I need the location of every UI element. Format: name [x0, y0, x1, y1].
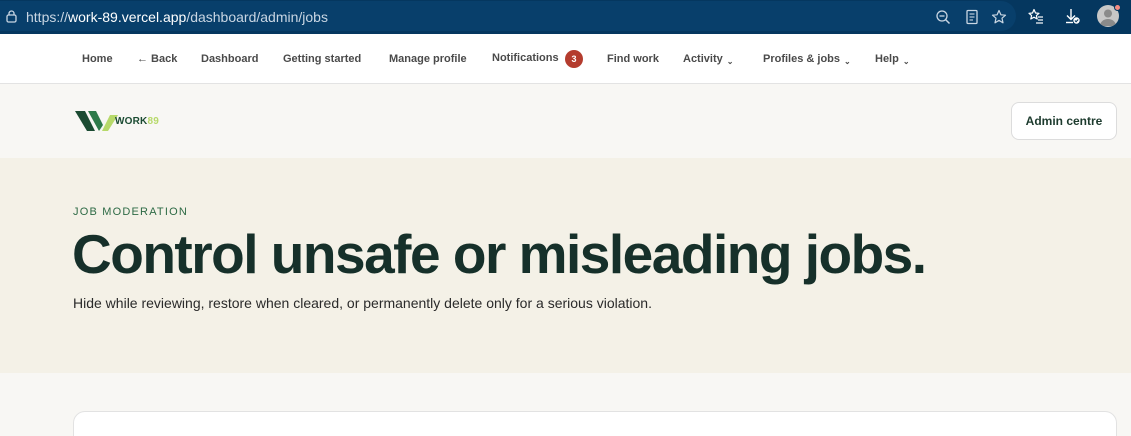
nav-back[interactable]: ← Back [137, 53, 177, 65]
hero-section: JOB MODERATION Control unsafe or mislead… [0, 158, 1131, 373]
reader-icon[interactable] [964, 9, 980, 25]
download-icon[interactable] [1064, 8, 1080, 24]
work89-logo[interactable]: WORK89 [75, 109, 175, 133]
notification-dot [1114, 4, 1121, 11]
chevron-down-icon: ⌄ [844, 57, 851, 66]
browser-toolbar: https://work-89.vercel.app/dashboard/adm… [0, 0, 1131, 34]
chevron-down-icon: ⌄ [726, 57, 734, 66]
lock-icon[interactable] [6, 10, 17, 23]
url-text[interactable]: https://work-89.vercel.app/dashboard/adm… [26, 9, 328, 25]
nav-find-work[interactable]: Find work [607, 53, 659, 65]
nav-profiles-jobs[interactable]: Profiles & jobs ⌄ [763, 53, 851, 66]
nav-profiles-jobs-label: Profiles & jobs [763, 53, 841, 65]
favorites-icon[interactable] [1028, 8, 1044, 24]
nav-dashboard[interactable]: Dashboard [201, 53, 258, 65]
chevron-down-icon: ⌄ [902, 57, 910, 66]
top-nav: Home ← Back Dashboard Getting started Ma… [0, 34, 1131, 84]
address-bar[interactable]: https://work-89.vercel.app/dashboard/adm… [0, 1, 1016, 31]
section-eyebrow: JOB MODERATION [73, 206, 188, 218]
nav-help-label: Help [875, 53, 899, 65]
nav-activity[interactable]: Activity ⌄ [683, 53, 734, 66]
content-card [73, 411, 1117, 436]
site-header: WORK89 Admin centre [0, 85, 1131, 158]
notifications-count-badge: 3 [565, 50, 583, 68]
star-icon[interactable] [991, 9, 1007, 25]
admin-centre-button[interactable]: Admin centre [1011, 102, 1117, 140]
nav-home[interactable]: Home [82, 53, 113, 65]
page-subtitle: Hide while reviewing, restore when clear… [73, 295, 652, 311]
nav-getting-started[interactable]: Getting started [283, 53, 361, 65]
nav-manage-profile[interactable]: Manage profile [389, 53, 467, 65]
nav-help[interactable]: Help ⌄ [875, 53, 910, 66]
nav-activity-label: Activity [683, 53, 723, 65]
zoom-icon[interactable] [935, 9, 951, 25]
nav-notifications[interactable]: Notifications [492, 52, 559, 64]
page-title: Control unsafe or misleading jobs. [72, 223, 927, 285]
logo-wordmark: WORK89 [115, 116, 159, 127]
